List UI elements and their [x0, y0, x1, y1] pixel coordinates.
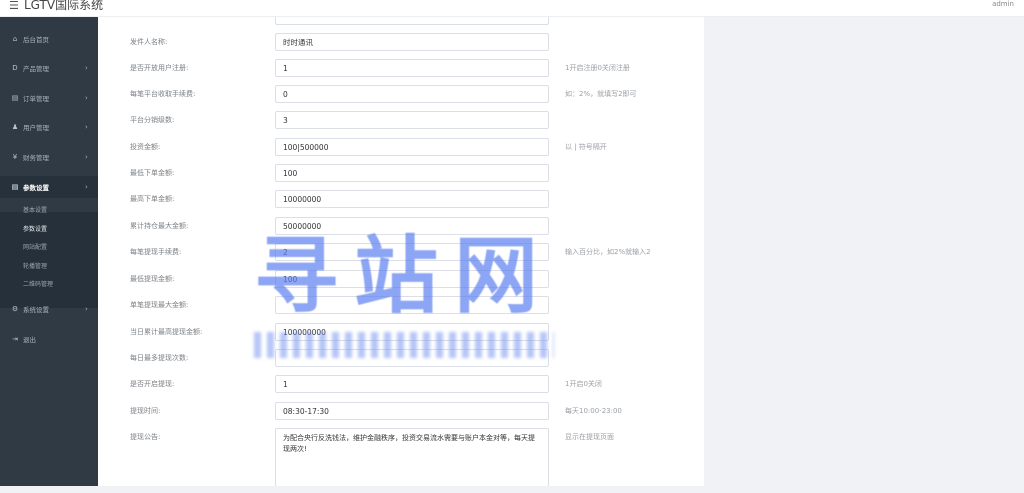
sidebar: ⌂ 后台首页 D 产品管理 › ▤ 订单管理 › ♟ 用户管理 › ¥ 财务管理… [0, 17, 98, 486]
form-label-levels: 平台分销级数: [130, 116, 175, 124]
submenu-item-carousel[interactable]: 轮播管理 [23, 261, 47, 270]
sidebar-item-logout[interactable]: ⇥ 退出 [0, 328, 98, 350]
registration-input[interactable] [275, 59, 549, 77]
order-icon: ▤ [11, 94, 19, 102]
dashboard-icon: ⌂ [12, 35, 18, 43]
sidebar-item-products[interactable]: D 产品管理 › [0, 57, 98, 79]
chevron-right-icon: › [85, 64, 88, 72]
form-label-daily-withdraw-total: 当日累计最高提现金额: [130, 328, 203, 336]
sidebar-item-label: 系统设置 [23, 306, 49, 314]
max-position-input[interactable] [275, 217, 549, 235]
sidebar-item-users[interactable]: ♟ 用户管理 › [0, 116, 98, 138]
withdraw-time-input[interactable] [275, 402, 549, 420]
hamburger-icon[interactable]: ☰ [9, 0, 19, 12]
sidebar-item-finance[interactable]: ¥ 财务管理 › [0, 146, 98, 168]
product-icon: D [12, 64, 18, 72]
system-icon: ⚙ [11, 305, 19, 313]
sidebar-item-label: 财务管理 [23, 154, 49, 162]
sidebar-submenu [0, 212, 98, 308]
chevron-right-icon: › [85, 94, 88, 102]
min-order-input[interactable] [275, 164, 549, 182]
registration-hint: 1开启注册0关闭注册 [565, 64, 630, 72]
invest-amount-input[interactable] [275, 138, 549, 156]
sidebar-item-label: 订单管理 [23, 95, 49, 103]
chevron-right-icon: › [85, 153, 88, 161]
withdraw-notice-textarea[interactable]: 为配合央行反洗钱法，维护金融秩序，投资交易流水需要与账户本金对等，每天提现两次! [275, 428, 549, 486]
fee-input[interactable] [275, 85, 549, 103]
max-withdraw-input[interactable] [275, 296, 549, 314]
form-label-withdraw-notice: 提现公告: [130, 433, 161, 441]
user-name[interactable]: admin [992, 0, 1014, 8]
form-label-max-position: 累计持仓最大金额: [130, 222, 189, 230]
sender-name-input[interactable] [275, 33, 549, 51]
form-input-partial[interactable] [275, 17, 549, 25]
form-label-max-withdraw: 单笔提现最大金额: [130, 301, 189, 309]
form-label-fee: 每笔平台收取手续费: [130, 90, 196, 98]
sidebar-item-label: 用户管理 [23, 124, 49, 132]
withdraw-time-hint: 每天10:00-23:00 [565, 407, 622, 415]
form-label-daily-withdraw-count: 每日最多提现次数: [130, 354, 189, 362]
withdraw-fee-input[interactable] [275, 243, 549, 261]
fee-hint: 如：2%，就填写2即可 [565, 90, 637, 98]
sidebar-item-orders[interactable]: ▤ 订单管理 › [0, 87, 98, 109]
finance-icon: ¥ [12, 153, 18, 161]
top-bar: ☰ LGTV国际系统 admin [0, 0, 1024, 17]
form-label-max-order: 最高下单金额: [130, 195, 175, 203]
settings-form: 发件人名称: 是否开放用户注册: 1开启注册0关闭注册 每笔平台收取手续费: 如… [98, 17, 704, 486]
sidebar-item-parameters[interactable]: ▤ 参数设置 › [0, 176, 98, 198]
sidebar-item-label: 参数设置 [23, 184, 49, 192]
chevron-right-icon: › [85, 305, 88, 313]
daily-withdraw-total-input[interactable] [275, 323, 549, 341]
submenu-item-basic[interactable]: 基本设置 [23, 205, 47, 214]
logout-icon: ⇥ [12, 335, 18, 343]
form-label-withdraw-time: 提现时间: [130, 407, 161, 415]
max-order-input[interactable] [275, 190, 549, 208]
sidebar-item-dashboard[interactable]: ⌂ 后台首页 [0, 28, 98, 50]
levels-input[interactable] [275, 111, 549, 129]
chevron-right-icon: › [85, 123, 88, 131]
chevron-right-icon: › [85, 183, 88, 191]
withdraw-enabled-hint: 1开启0关闭 [565, 380, 602, 388]
sidebar-item-label: 后台首页 [23, 36, 49, 44]
form-label-invest-amount: 投资金额: [130, 143, 161, 151]
withdraw-enabled-input[interactable] [275, 375, 549, 393]
min-withdraw-input[interactable] [275, 270, 549, 288]
withdraw-notice-hint: 显示在提现页面 [565, 433, 614, 441]
sidebar-item-label: 产品管理 [23, 65, 49, 73]
form-label-withdraw-fee: 每笔提现手续费: [130, 248, 182, 256]
withdraw-fee-hint: 输入百分比，如2%就输入2 [565, 248, 651, 256]
form-label-withdraw-enabled: 是否开启提现: [130, 380, 175, 388]
form-label-registration: 是否开放用户注册: [130, 64, 189, 72]
submenu-item-qrcode[interactable]: 二维码管理 [23, 279, 53, 288]
form-label-min-order: 最低下单金额: [130, 169, 175, 177]
form-label-min-withdraw: 最低提现金额: [130, 275, 175, 283]
user-icon: ♟ [11, 123, 19, 131]
submenu-item-parameters[interactable]: 参数设置 [23, 224, 47, 233]
form-label-sender-name: 发件人名称: [130, 38, 168, 46]
sidebar-item-label: 退出 [23, 336, 36, 344]
app-title: LGTV国际系统 [24, 0, 104, 12]
bottom-gray-strip [0, 486, 1024, 493]
submenu-item-site-config[interactable]: 网站配置 [23, 242, 47, 251]
daily-withdraw-count-input[interactable] [275, 349, 549, 367]
settings-icon: ▤ [11, 183, 19, 191]
right-gray-panel [704, 17, 1024, 486]
sidebar-item-system[interactable]: ⚙ 系统设置 › [0, 298, 98, 320]
invest-amount-hint: 以 | 符号隔开 [565, 143, 607, 151]
